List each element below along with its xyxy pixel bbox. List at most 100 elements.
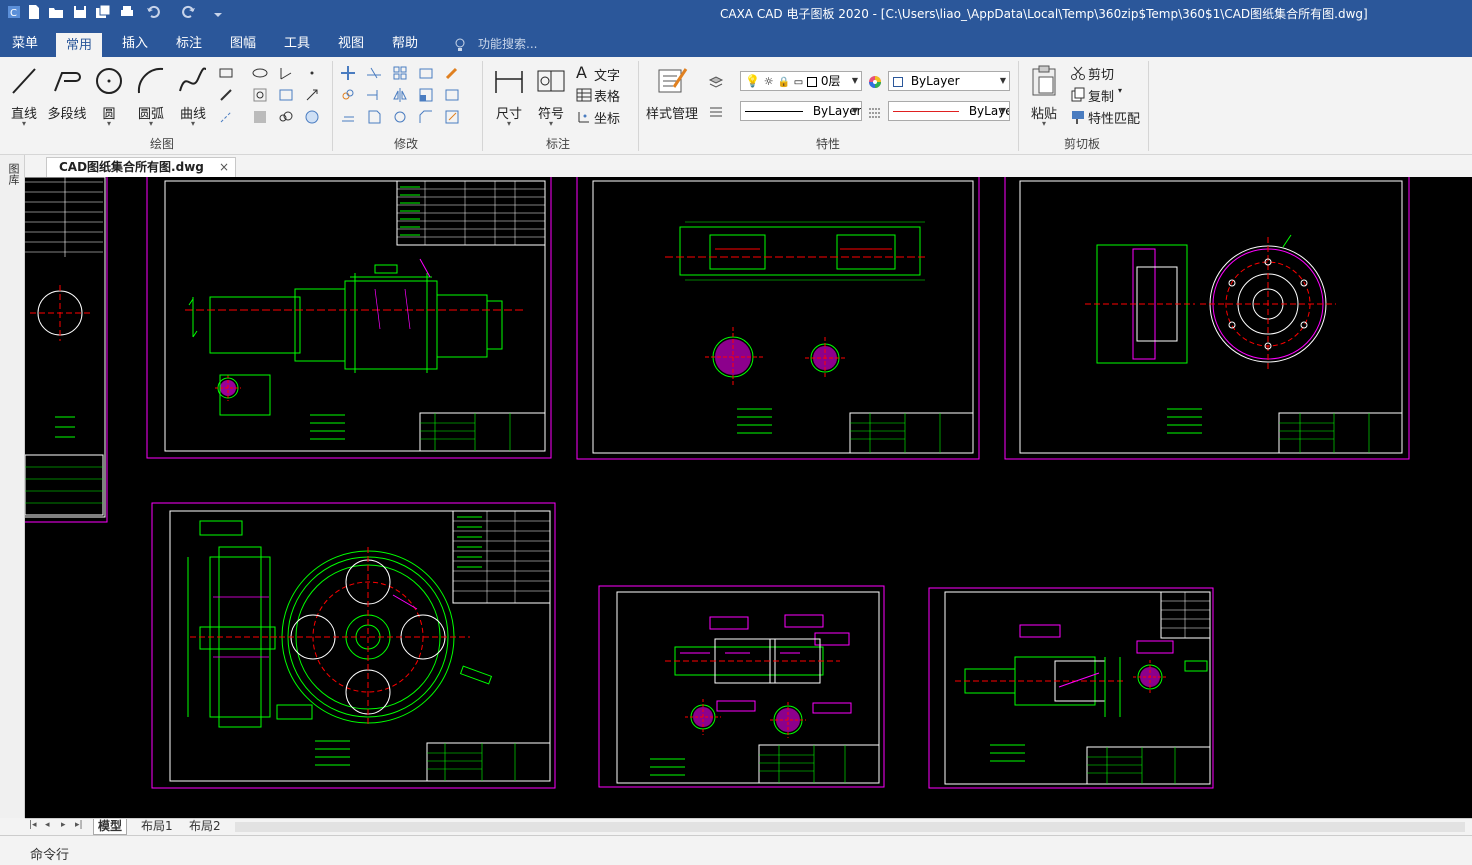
rotate-icon[interactable] — [392, 109, 408, 125]
symbol-button[interactable]: 符号 ▾ — [532, 63, 570, 129]
undo-icon[interactable] — [146, 4, 162, 20]
angle-line-icon[interactable] — [278, 65, 294, 81]
close-icon[interactable]: × — [219, 158, 229, 177]
tab-layout1[interactable]: 布局1 — [137, 819, 177, 835]
lineweight-preview — [893, 111, 959, 112]
table-draw-icon[interactable] — [278, 87, 294, 103]
dimension-button[interactable]: 尺寸 ▾ — [490, 63, 528, 129]
lock-icon: 🔒 — [777, 77, 790, 88]
last-layout-icon[interactable]: ▸| — [75, 820, 83, 830]
tab-insert[interactable]: 插入 — [112, 33, 158, 57]
text-button[interactable]: 文字 — [594, 65, 620, 84]
chamfer-icon[interactable] — [418, 109, 434, 125]
clipboard-icon — [1032, 65, 1056, 96]
svg-text:C: C — [10, 8, 17, 19]
tab-view[interactable]: 视图 — [328, 33, 374, 57]
save-all-icon[interactable] — [95, 4, 111, 20]
coordinate-button[interactable]: 坐标 — [594, 108, 620, 127]
stretch-icon[interactable] — [418, 65, 434, 81]
style-manager-icon — [658, 68, 688, 93]
lineweight-icon[interactable] — [708, 104, 724, 120]
line-button[interactable]: 直线 ▾ — [6, 63, 42, 129]
drawing-sheet — [1004, 177, 1410, 460]
feature-search-input[interactable]: 功能搜索... — [478, 34, 537, 54]
chevron-down-icon: ▾ — [1041, 119, 1046, 128]
circle-button[interactable]: 圆 ▾ — [92, 63, 126, 129]
polyline-button[interactable]: 多段线 — [46, 63, 88, 129]
arc-button[interactable]: 圆弧 ▾ — [134, 63, 168, 129]
layer-manager-icon[interactable] — [708, 74, 724, 90]
lineweight-select[interactable]: ByLaye ▼ — [888, 101, 1010, 121]
scissors-icon — [1071, 66, 1085, 80]
document-tab[interactable]: CAD图纸集合所有图.dwg × — [46, 157, 236, 177]
first-layout-icon[interactable]: |◂ — [29, 820, 37, 830]
array-icon[interactable] — [392, 65, 408, 81]
tab-annotate[interactable]: 标注 — [166, 33, 212, 57]
ellipse-icon[interactable] — [252, 65, 268, 81]
redo-icon[interactable] — [180, 4, 196, 20]
tab-menu[interactable]: 菜单 — [2, 33, 48, 57]
explode-icon[interactable] — [444, 87, 460, 103]
horizontal-scrollbar[interactable] — [235, 822, 1465, 832]
point-icon[interactable] — [304, 65, 320, 81]
customize-icon[interactable] — [210, 4, 226, 20]
group-divider — [638, 61, 639, 151]
library-panel-tab[interactable]: 图库 — [3, 163, 21, 185]
drawing-sheet — [928, 587, 1214, 789]
linestyle-icon[interactable] — [867, 104, 883, 120]
drawing-canvas[interactable] — [25, 177, 1472, 818]
text-icon: A — [576, 63, 587, 82]
tab-model[interactable]: 模型 — [93, 819, 128, 835]
mirror-icon[interactable] — [392, 87, 408, 103]
curve-button[interactable]: 曲线 ▾ — [176, 63, 210, 129]
copy-transform-icon[interactable] — [340, 87, 356, 103]
linetype-preview — [745, 111, 803, 112]
chevron-down-icon: ▼ — [999, 106, 1006, 115]
group-divider — [1148, 61, 1149, 151]
paste-button[interactable]: 粘贴 ▾ — [1024, 63, 1064, 129]
arrow-icon[interactable] — [304, 87, 320, 103]
scale-icon[interactable] — [418, 87, 434, 103]
new-icon[interactable] — [26, 4, 42, 20]
block-icon[interactable] — [252, 109, 268, 125]
title-bar: C CAXA CAD 电子图板 2020 - [C:\Users\liao_\A… — [0, 0, 1472, 28]
print-icon[interactable] — [119, 4, 135, 20]
drawing-sheet — [146, 177, 552, 459]
color-select[interactable]: ByLayer ▼ — [888, 71, 1010, 91]
layer-select[interactable]: 💡 ☼ 🔒 ▭ 0层 ▼ — [740, 71, 862, 91]
match-properties-button[interactable]: 特性匹配 — [1088, 108, 1140, 127]
chevron-down-icon: ▾ — [190, 119, 195, 128]
next-layout-icon[interactable]: ▸ — [61, 820, 66, 830]
brush-icon[interactable] — [444, 65, 460, 81]
tab-home[interactable]: 常用 — [56, 33, 103, 57]
cloud-icon[interactable] — [278, 109, 294, 125]
command-line[interactable]: 命令行 — [0, 835, 1472, 865]
color-wheel-icon[interactable] — [867, 74, 883, 90]
tab-tools[interactable]: 工具 — [274, 33, 320, 57]
copy-button[interactable]: 复制 — [1088, 86, 1114, 105]
lightbulb-icon: 💡 — [745, 74, 760, 88]
break-icon[interactable] — [366, 109, 382, 125]
move-icon[interactable] — [340, 65, 356, 81]
offset-icon[interactable] — [340, 109, 356, 125]
hatch-icon[interactable] — [252, 87, 268, 103]
open-icon[interactable] — [48, 4, 64, 20]
extend-icon[interactable] — [366, 87, 382, 103]
rectangle-icon[interactable] — [218, 65, 234, 81]
linetype-select[interactable]: ByLayer ▼ — [740, 101, 862, 121]
tab-help[interactable]: 帮助 — [382, 33, 428, 57]
symbol-icon — [537, 70, 565, 92]
trim-icon[interactable] — [366, 65, 382, 81]
centerline-icon[interactable] — [218, 109, 234, 125]
prev-layout-icon[interactable]: ◂ — [45, 820, 50, 830]
pen-icon[interactable] — [218, 87, 234, 103]
chevron-down-icon[interactable]: ▾ — [1118, 86, 1122, 95]
cut-button[interactable]: 剪切 — [1088, 64, 1114, 83]
tab-sheet[interactable]: 图幅 — [220, 33, 266, 57]
save-icon[interactable] — [72, 4, 88, 20]
style-manager-button[interactable]: 样式管理 — [644, 63, 700, 129]
tab-layout2[interactable]: 布局2 — [185, 819, 225, 835]
table-button[interactable]: 表格 — [594, 86, 620, 105]
edit-icon[interactable] — [444, 109, 460, 125]
globe-icon[interactable] — [304, 109, 320, 125]
